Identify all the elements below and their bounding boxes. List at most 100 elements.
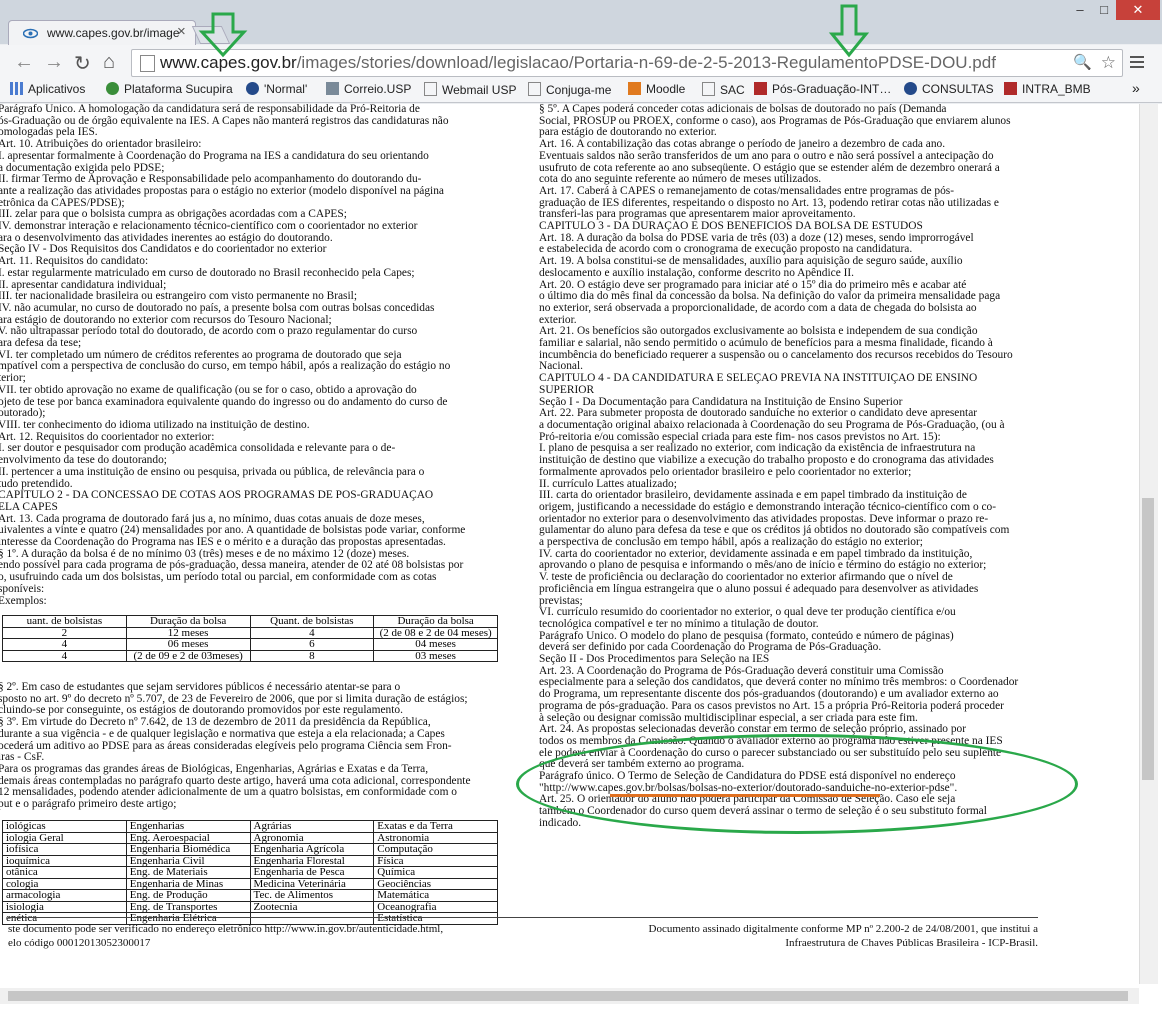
page-icon [528, 82, 541, 96]
zoom-icon[interactable]: 🔍 [1073, 50, 1092, 76]
text-line: Para os programas das grandes áreas de B… [0, 763, 429, 775]
tab-capes[interactable]: www.capes.gov.br/image × [8, 20, 196, 46]
text-line: ante a realização das atividades propost… [0, 185, 444, 197]
text-line: outorado); [0, 408, 46, 420]
text-line: III. ter nacionalidade brasileira ou est… [0, 291, 357, 303]
forward-arrow-icon[interactable]: → [44, 51, 64, 74]
text-line: deslocamento e auxílio instalação, confo… [539, 267, 855, 279]
table-header-cell: Quant. de bolsistas [249, 615, 375, 628]
text-line: programa de pós-graduação. Para os casos… [539, 700, 1004, 712]
footer-right-line: Documento assinado digitalmente conforme… [648, 923, 1038, 935]
text-line: Art. 20. O estágio deve ser programado p… [539, 279, 967, 291]
table-cell: Eng. de Transportes [125, 900, 251, 913]
areas-table: iológicas Engenharias Agrárias Exatas e da … [2, 820, 498, 925]
table-cell: Engenharias [125, 820, 251, 833]
bookmark-consultas[interactable]: CONSULTAS [904, 82, 994, 96]
footer-left: ste documento pode ser verificado no end… [8, 922, 528, 950]
bookmark-conjuga[interactable]: Conjuga-me [528, 82, 611, 97]
text-line: transferi-las para programas que apresen… [539, 209, 856, 221]
sucupira-icon [106, 82, 119, 95]
bookmark-apps[interactable]: Aplicativos [10, 82, 85, 96]
table-cell: armacologia [2, 889, 127, 902]
text-line: ara estágio de doutorando no exterior co… [0, 314, 332, 326]
text-line: a perspectiva de conclusão em tempo hábi… [539, 537, 923, 549]
text-line: origem, justificando a necessidade do es… [539, 501, 997, 513]
text-line: § 5º. A Capes poderá conceder cotas adic… [539, 104, 947, 115]
text-line: IV. demonstrar interação e relacionament… [0, 221, 418, 233]
table-cell: Zootecnia [249, 900, 375, 913]
table-row: iologia Geral Eng. Aeroespacial Agronomia A… [2, 831, 498, 844]
bookmark-normal[interactable]: 'Normal' [246, 82, 307, 96]
bookmark-posgrad[interactable]: Pós-Graduação-INT… [754, 82, 891, 96]
footer-divider [8, 917, 1038, 918]
text-line: CAPÍTULO 4 - DA CANDIDATURA E SELEÇÃO PR… [539, 373, 978, 385]
page-icon [140, 55, 155, 72]
text-line: II. apresentar candidatura individual; [0, 279, 167, 291]
bookmark-moodle[interactable]: Moodle [628, 82, 685, 96]
text-line: Pró-reitoria e/ou comissão especial cria… [539, 431, 941, 443]
table-row: iofísica Engenharia Biomédica Engenharia A… [2, 843, 498, 856]
text-line: proficiência em língua estrangeira que o… [539, 583, 979, 595]
back-arrow-icon[interactable]: ← [14, 51, 34, 74]
browser-chrome: www.capes.gov.br/image × – □ ✕ ← → ↻ ⌂ w… [0, 0, 1162, 104]
text-line: terior; [0, 373, 26, 385]
star-icon[interactable]: ☆ [1101, 50, 1116, 76]
minimize-button[interactable]: – [1068, 0, 1092, 20]
reload-icon[interactable]: ↻ [74, 51, 91, 76]
text-line: IV. carta do coorientador no exterior, d… [539, 548, 973, 560]
text-line: ara defesa da tese; [0, 338, 82, 350]
bookmark-sucupira[interactable]: Plataforma Sucupira [106, 82, 233, 96]
text-line: Seção II - Dos Procedimentos para Seleçã… [539, 654, 770, 666]
table-cell: (2 de 09 e 2 de 03meses) [125, 649, 251, 662]
table-cell: iofísica [2, 843, 127, 856]
tab-title: www.capes.gov.br/image [47, 26, 179, 40]
bookmark-sac[interactable]: SAC [702, 82, 745, 97]
vertical-scroll-thumb[interactable] [1142, 498, 1154, 780]
maximize-button[interactable]: □ [1092, 0, 1116, 20]
bookmark-intra[interactable]: INTRA_BMB [1004, 82, 1091, 96]
table-cell: Eng. de Produção [125, 889, 251, 902]
text-line: I. estar regularmente matriculado em cur… [0, 267, 415, 279]
text-line: I. plano de pesquisa a ser realizado no … [539, 443, 976, 455]
text-line: CAPÍTULO 2 - DA CONCESSÃO DE COTAS AOS P… [0, 490, 434, 502]
text-line: o, usufruindo cada um dos bolsistas, um … [0, 572, 437, 584]
bookmark-correio[interactable]: Correio.USP [326, 82, 411, 96]
table-cell: Eng. de Materiais [125, 866, 251, 879]
apps-grid-icon [10, 82, 23, 95]
usp-icon [754, 82, 767, 95]
text-line: especialmente para a seleção dos candida… [539, 677, 1019, 689]
text-line: envolvimento da tese do doutorando; [0, 455, 167, 467]
text-line: III. carta do orientador brasileiro, dev… [539, 490, 967, 502]
table-cell: 4 [249, 626, 375, 639]
tab-close-icon[interactable]: × [177, 23, 186, 40]
text-line: CAPÍTULO 3 - DA DURAÇÃO E DOS BENEFÍCIOS… [539, 221, 923, 233]
address-bar[interactable]: www.capes.gov.br/images/stories/download… [131, 49, 1123, 77]
table-cell: Geociências [373, 877, 498, 890]
text-line: a documentação exigida pelo PDSE; [0, 162, 165, 174]
highlight-underline [610, 794, 880, 797]
text-line: incumbência do beneficiado requerer a su… [539, 349, 1013, 361]
bookmark-webmail[interactable]: Webmail USP [424, 82, 516, 97]
table-row: iológicas Engenharias Agrárias Exatas e da … [2, 820, 498, 833]
more-bookmarks-button[interactable]: » [1132, 80, 1140, 96]
table-cell: 2 [2, 626, 127, 639]
text-line: formalmente aprovados pelo orientador br… [539, 466, 912, 478]
text-line: tudo pretendido. [0, 478, 73, 490]
text-line: § 1º. A duração da bolsa é de no mínimo … [0, 548, 410, 560]
text-line: e estabelecida de acordo com o cronogram… [539, 244, 913, 256]
table-cell: Agronomia [249, 831, 375, 844]
text-line: instituição de destino que viabilize a e… [539, 455, 994, 467]
text-line: Art. 12. Requisitos do coorientador no e… [0, 431, 215, 443]
menu-icon[interactable] [1130, 54, 1144, 68]
close-window-button[interactable]: ✕ [1116, 0, 1160, 20]
url-path: /images/stories/download/legislacao/Port… [296, 53, 996, 72]
pdf-viewer: Parágrafo Único. A homologação da candid… [0, 104, 1162, 1010]
table-cell: Astronomia [373, 831, 498, 844]
text-line: Art. 10. Atribuições do orientador brasi… [0, 139, 202, 151]
text-line: VIII. ter conhecimento do idioma utiliza… [0, 419, 310, 431]
text-line: Nacional. [539, 361, 583, 373]
text-line: Art. 17. Caberá à CAPES o remanejamento … [539, 185, 954, 197]
horizontal-scroll-thumb[interactable] [8, 991, 1128, 1001]
home-icon[interactable]: ⌂ [103, 51, 115, 74]
text-line: do Programa, um representante discente d… [539, 689, 999, 701]
